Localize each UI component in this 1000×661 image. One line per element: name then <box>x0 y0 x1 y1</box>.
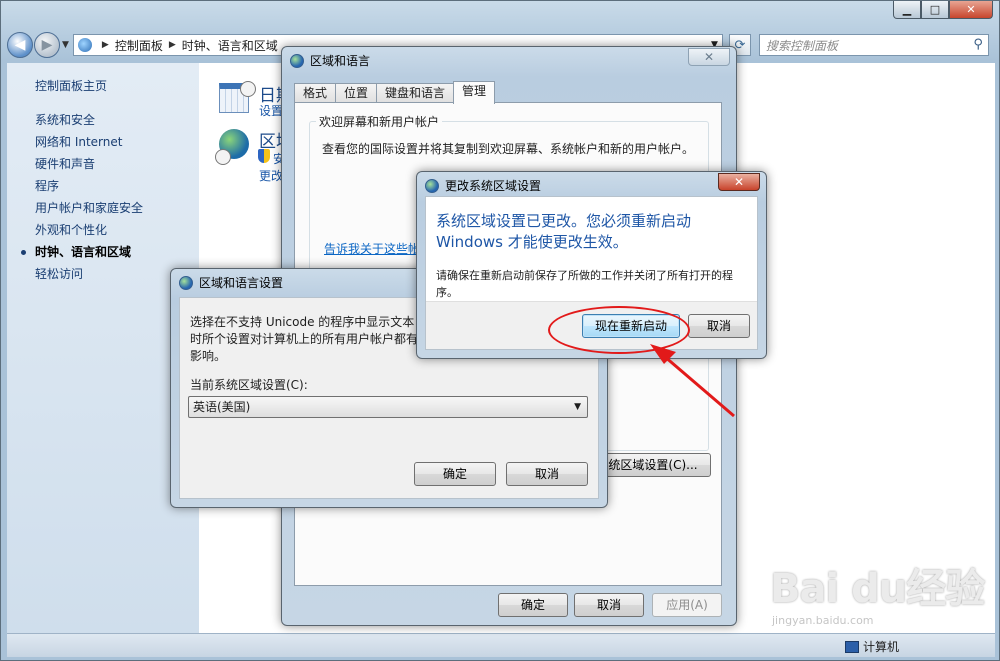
baidu-watermark: Bai du经验 jingyan.baidu.com <box>770 556 985 627</box>
baidu-url: jingyan.baidu.com <box>772 614 874 627</box>
baidu-logo: Bai du经验 <box>770 566 985 612</box>
tab-administrative[interactable]: 管理 <box>453 81 496 104</box>
